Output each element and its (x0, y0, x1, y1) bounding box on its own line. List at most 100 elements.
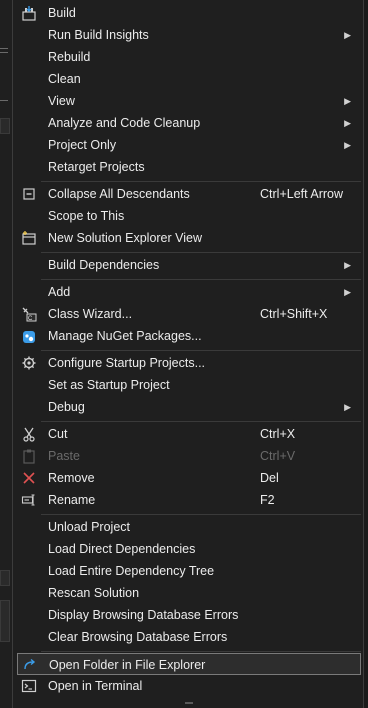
background-box (0, 570, 10, 586)
menu-item-shortcut: F2 (260, 493, 275, 507)
nuget-icon (23, 331, 35, 343)
menu-item-label: Clear Browsing Database Errors (48, 630, 228, 644)
menu-item-open-folder-in-file-explorer[interactable]: Open Folder in File Explorer (17, 653, 361, 675)
rename-icon (21, 494, 35, 506)
menu-item-paste[interactable]: Paste Ctrl+V (17, 445, 361, 467)
menu-item-label: Cut (48, 427, 68, 441)
menu-item-label: Rebuild (48, 50, 91, 64)
menu-item-class-wizard[interactable]: C Class Wizard... Ctrl+Shift+X (17, 303, 361, 325)
menu-item-label: Paste (48, 449, 80, 463)
gear-icon (22, 356, 36, 370)
menu-item-shortcut: Ctrl+X (260, 427, 296, 441)
menu-item-label: Build Dependencies (48, 258, 160, 272)
menu-item-manage-nuget-packages[interactable]: Manage NuGet Packages... (17, 325, 361, 347)
menu-item-new-solution-explorer-view[interactable]: New Solution Explorer View (17, 227, 361, 249)
submenu-arrow-icon: ▶ (344, 260, 351, 270)
submenu-arrow-icon: ▶ (344, 118, 351, 128)
menu-item-load-direct-dependencies[interactable]: Load Direct Dependencies (17, 538, 361, 560)
menu-item-clear-browsing-database-errors[interactable]: Clear Browsing Database Errors (17, 626, 361, 648)
menu-item-run-build-insights[interactable]: Run Build Insights ▶ (17, 24, 361, 46)
menu-item-shortcut: Ctrl+Left Arrow (260, 187, 344, 201)
background-line (0, 48, 8, 49)
menu-item-build[interactable]: Build (17, 2, 361, 24)
menu-item-label: Build (48, 6, 76, 20)
menu-item-label: Debug (48, 400, 85, 414)
menu-item-shortcut: Del (260, 471, 279, 485)
menu-item-label: Scope to This (48, 209, 125, 223)
background-box (0, 118, 10, 134)
menu-item-label: Remove (48, 471, 95, 485)
menu-item-view[interactable]: View ▶ (17, 90, 361, 112)
new-view-icon (22, 231, 36, 245)
submenu-arrow-icon: ▶ (344, 140, 351, 150)
menu-item-label: Open Folder in File Explorer (49, 658, 206, 672)
background-ide-strip (0, 0, 12, 708)
menu-item-label: Rescan Solution (48, 586, 140, 600)
menu-item-label: Collapse All Descendants (48, 187, 190, 201)
menu-item-rename[interactable]: Rename F2 (17, 489, 361, 511)
menu-separator (41, 181, 361, 182)
menu-separator (41, 350, 361, 351)
menu-item-retarget-projects[interactable]: Retarget Projects (17, 156, 361, 178)
remove-icon (23, 472, 35, 484)
build-icon (22, 6, 36, 21)
menu-separator (41, 514, 361, 515)
menu-item-label: New Solution Explorer View (48, 231, 203, 245)
menu-item-cut[interactable]: Cut Ctrl+X (17, 423, 361, 445)
menu-item-scope-to-this[interactable]: Scope to This (17, 205, 361, 227)
menu-item-label: Rename (48, 493, 96, 507)
menu-separator (41, 279, 361, 280)
background-line (0, 52, 8, 53)
menu-item-build-dependencies[interactable]: Build Dependencies ▶ (17, 254, 361, 276)
menu-item-set-as-startup-project[interactable]: Set as Startup Project (17, 374, 361, 396)
menu-item-configure-startup-projects[interactable]: Configure Startup Projects... (17, 352, 361, 374)
scissors-icon (23, 427, 35, 442)
menu-item-project-only[interactable]: Project Only ▶ (17, 134, 361, 156)
paste-icon (23, 449, 35, 464)
menu-item-label: Load Entire Dependency Tree (48, 564, 215, 578)
menu-item-clean[interactable]: Clean (17, 68, 361, 90)
menu-item-display-browsing-database-errors[interactable]: Display Browsing Database Errors (17, 604, 361, 626)
menu-item-label: Analyze and Code Cleanup (48, 116, 201, 130)
menu-item-load-entire-dependency-tree[interactable]: Load Entire Dependency Tree (17, 560, 361, 582)
menu-separator (41, 421, 361, 422)
terminal-icon (21, 679, 37, 693)
class-wizard-icon: C (22, 307, 37, 322)
menu-separator (41, 252, 361, 253)
menu-item-label: Load Direct Dependencies (48, 542, 196, 556)
open-folder-icon (24, 658, 36, 670)
menu-item-label: Display Browsing Database Errors (48, 608, 239, 622)
menu-item-label: Project Only (48, 138, 117, 152)
menu-item-analyze-code-cleanup[interactable]: Analyze and Code Cleanup ▶ (17, 112, 361, 134)
menu-item-label: Set as Startup Project (48, 378, 170, 392)
menu-item-debug[interactable]: Debug ▶ (17, 396, 361, 418)
menu-item-label: Unload Project (48, 520, 130, 534)
scroll-down-indicator[interactable] (185, 702, 193, 704)
submenu-arrow-icon: ▶ (344, 287, 351, 297)
context-menu: Build Run Build Insights ▶ Rebuild Clean… (12, 0, 364, 708)
menu-item-label: Clean (48, 72, 81, 86)
menu-item-remove[interactable]: Remove Del (17, 467, 361, 489)
menu-item-rebuild[interactable]: Rebuild (17, 46, 361, 68)
submenu-arrow-icon: ▶ (344, 30, 351, 40)
menu-item-shortcut: Ctrl+V (260, 449, 296, 463)
menu-item-unload-project[interactable]: Unload Project (17, 516, 361, 538)
menu-item-open-in-terminal[interactable]: Open in Terminal (17, 675, 361, 697)
menu-item-add[interactable]: Add ▶ (17, 281, 361, 303)
menu-item-label: Add (48, 285, 71, 299)
menu-item-label: Run Build Insights (48, 28, 149, 42)
menu-item-label: Manage NuGet Packages... (48, 329, 202, 343)
svg-text:C: C (28, 316, 33, 322)
menu-item-rescan-solution[interactable]: Rescan Solution (17, 582, 361, 604)
submenu-arrow-icon: ▶ (344, 402, 351, 412)
menu-item-label: Class Wizard... (48, 307, 133, 321)
menu-item-label: Configure Startup Projects... (48, 356, 206, 370)
menu-item-label: Open in Terminal (48, 679, 143, 693)
background-box (0, 600, 10, 642)
submenu-arrow-icon: ▶ (344, 96, 351, 106)
menu-separator (41, 651, 361, 652)
collapse-icon (23, 188, 35, 200)
menu-item-label: Retarget Projects (48, 160, 145, 174)
menu-item-label: View (48, 94, 75, 108)
menu-item-collapse-all-descendants[interactable]: Collapse All Descendants Ctrl+Left Arrow (17, 183, 361, 205)
